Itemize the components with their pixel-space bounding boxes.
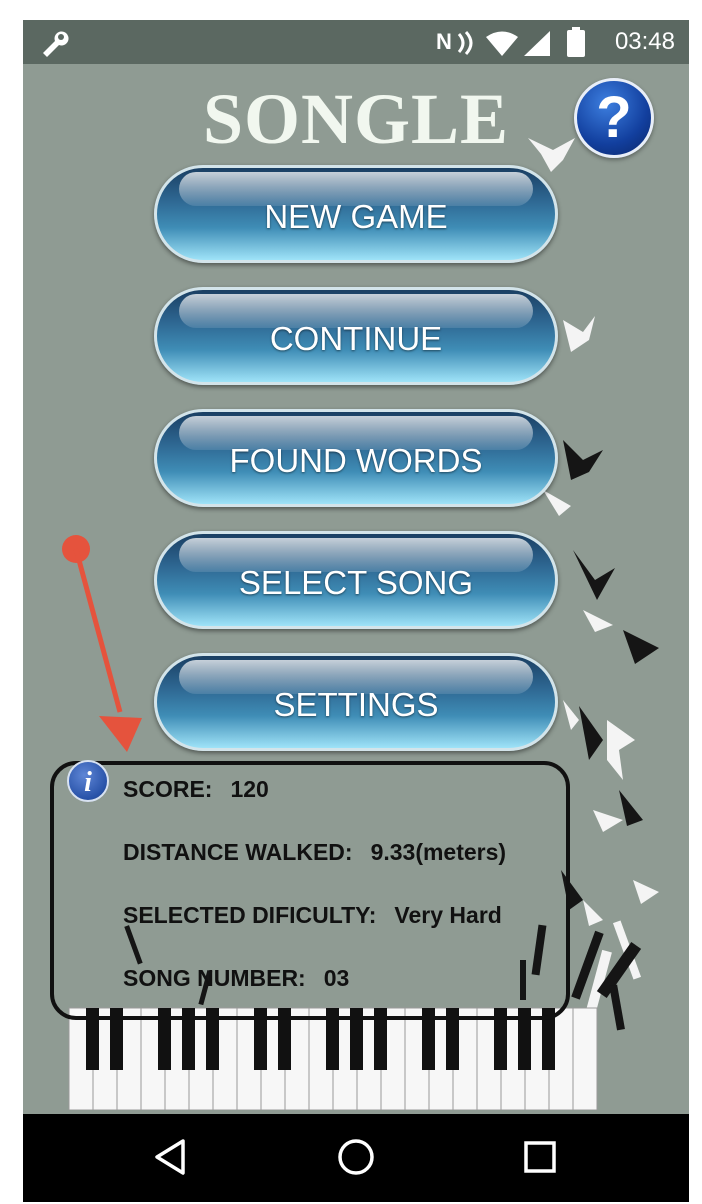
recents-icon[interactable] bbox=[523, 1140, 557, 1174]
settings-button[interactable]: SETTINGS bbox=[154, 653, 558, 751]
continue-button[interactable]: CONTINUE bbox=[154, 287, 558, 385]
new-game-label: NEW GAME bbox=[264, 198, 448, 235]
select-song-label: SELECT SONG bbox=[238, 564, 474, 601]
status-time: 03:48 bbox=[614, 28, 675, 55]
distance-label: DISTANCE WALKED: bbox=[123, 839, 353, 865]
info-icon[interactable]: i bbox=[67, 760, 109, 802]
song-number-value: 03 bbox=[323, 965, 350, 991]
help-button[interactable]: ? bbox=[574, 78, 654, 158]
difficulty-value: Very Hard bbox=[394, 902, 502, 928]
signal-icon bbox=[524, 31, 550, 56]
settings-label: SETTINGS bbox=[273, 686, 439, 723]
found-words-label: FOUND WORDS bbox=[229, 442, 483, 479]
wifi-icon bbox=[486, 31, 518, 56]
select-song-button[interactable]: SELECT SONG bbox=[154, 531, 558, 629]
status-bar: N 03:48 bbox=[23, 20, 689, 64]
back-icon[interactable] bbox=[153, 1138, 187, 1176]
home-icon[interactable] bbox=[337, 1138, 375, 1176]
score-row: SCORE: 120 bbox=[123, 776, 269, 803]
navigation-bar bbox=[23, 1114, 689, 1202]
battery-icon bbox=[567, 27, 585, 57]
distance-row: DISTANCE WALKED: 9.33(meters) bbox=[123, 839, 506, 866]
song-number-row: SONG NUMBER: 03 bbox=[123, 965, 349, 992]
found-words-button[interactable]: FOUND WORDS bbox=[154, 409, 558, 507]
difficulty-label: SELECTED DIFICULTY: bbox=[123, 902, 377, 928]
score-label: SCORE: bbox=[123, 776, 213, 802]
score-value: 120 bbox=[230, 776, 269, 802]
nfc-icon: N bbox=[436, 29, 452, 54]
nfc-waves-icon bbox=[457, 30, 473, 56]
new-game-button[interactable]: NEW GAME bbox=[154, 165, 558, 263]
song-number-label: SONG NUMBER: bbox=[123, 965, 306, 991]
difficulty-row: SELECTED DIFICULTY: Very Hard bbox=[123, 902, 502, 929]
continue-label: CONTINUE bbox=[269, 320, 443, 357]
distance-value: 9.33(meters) bbox=[370, 839, 507, 865]
phone-screen: N 03:48 SONGLE ? NEW GAME CONTINUE FOUND… bbox=[23, 20, 689, 1202]
wrench-icon bbox=[43, 31, 69, 57]
